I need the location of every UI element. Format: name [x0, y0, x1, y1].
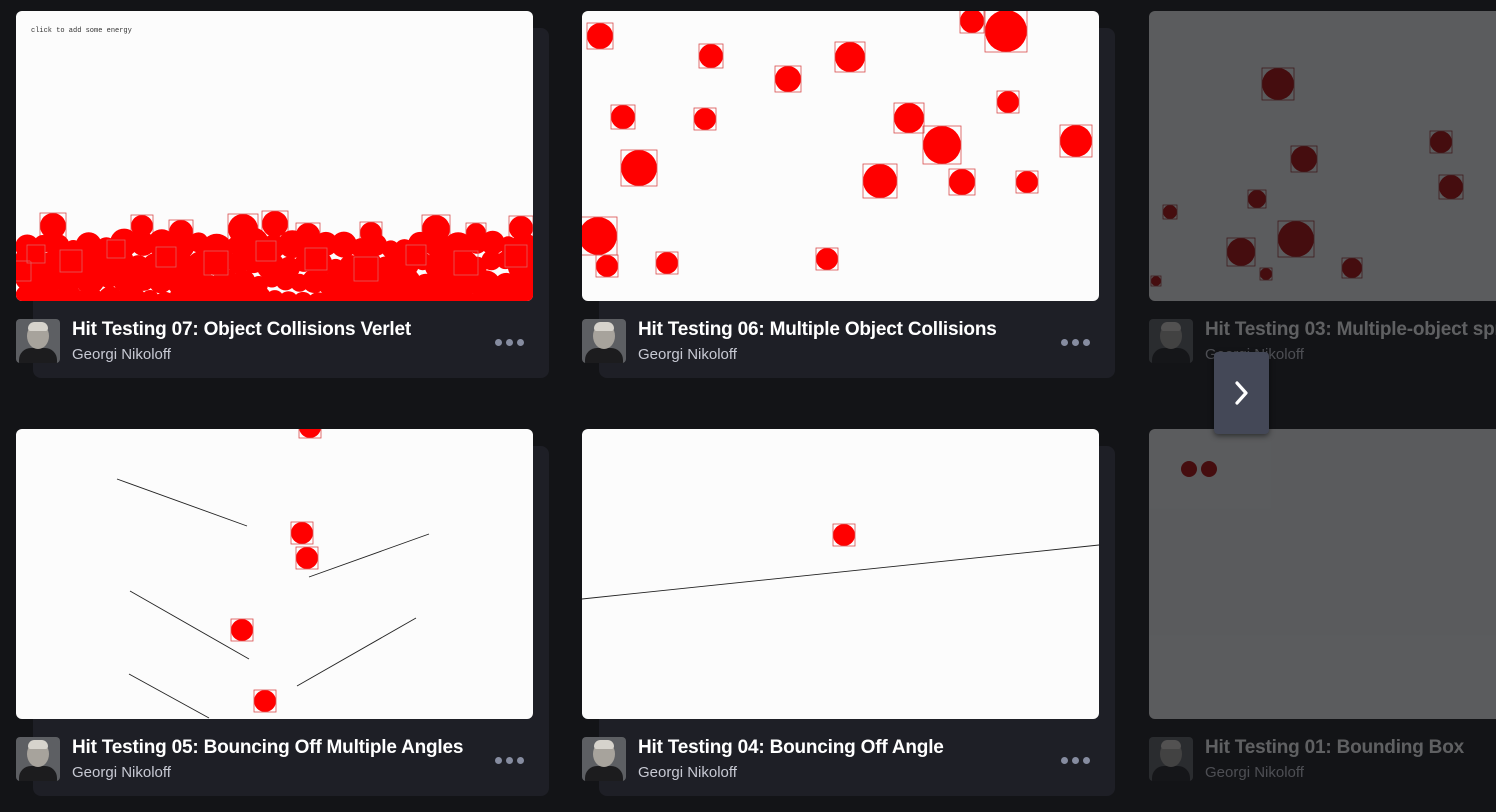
pen-title[interactable]: Hit Testing 03: Multiple-object spr [1205, 319, 1496, 341]
pen-author[interactable]: Georgi Nikoloff [638, 346, 737, 363]
pen-title[interactable]: Hit Testing 06: Multiple Object Collisio… [638, 319, 997, 341]
pen-author[interactable]: Georgi Nikoloff [638, 764, 737, 781]
pen-card[interactable]: Hit Testing 05: Bouncing Off Multiple An… [16, 429, 549, 799]
more-dots-icon[interactable] [492, 751, 526, 769]
pen-card[interactable]: click to add some energy Hit Testing 07:… [16, 11, 549, 381]
pen-card[interactable]: Hit Testing 04: Bouncing Off Angle Georg… [582, 429, 1115, 799]
pen-meta: Hit Testing 03: Multiple-object spr Geor… [1149, 319, 1496, 369]
pen-title[interactable]: Hit Testing 05: Bouncing Off Multiple An… [72, 737, 463, 759]
pen-card[interactable]: Hit Testing 06: Multiple Object Collisio… [582, 11, 1115, 381]
preview-canvas [582, 523, 1099, 600]
preview-hint-text: click to add some energy [31, 27, 132, 35]
more-dots-icon[interactable] [1058, 333, 1092, 351]
preview-canvas [582, 11, 1093, 278]
avatar[interactable] [16, 319, 60, 363]
avatar[interactable] [582, 319, 626, 363]
pen-preview[interactable] [1149, 429, 1496, 719]
preview-canvas [16, 210, 533, 301]
pen-author[interactable]: Georgi Nikoloff [1205, 764, 1304, 781]
pen-meta: Hit Testing 06: Multiple Object Collisio… [582, 319, 1099, 369]
carousel-next-button[interactable] [1214, 352, 1269, 434]
pen-meta: Hit Testing 04: Bouncing Off Angle Georg… [582, 737, 1099, 787]
pen-meta: Hit Testing 01: Bounding Box Georgi Niko… [1149, 737, 1496, 787]
pen-card[interactable]: Hit Testing 03: Multiple-object spr Geor… [1149, 11, 1496, 381]
pen-meta: Hit Testing 07: Object Collisions Verlet… [16, 319, 533, 369]
avatar[interactable] [582, 737, 626, 781]
pen-preview[interactable] [1149, 11, 1496, 301]
pen-meta: Hit Testing 05: Bouncing Off Multiple An… [16, 737, 533, 787]
pen-title[interactable]: Hit Testing 01: Bounding Box [1205, 737, 1464, 759]
pen-preview[interactable]: click to add some energy [16, 11, 533, 301]
pen-preview[interactable] [582, 11, 1099, 301]
avatar[interactable] [1149, 737, 1193, 781]
pen-author[interactable]: Georgi Nikoloff [72, 764, 171, 781]
avatar[interactable] [1149, 319, 1193, 363]
preview-canvas [1150, 67, 1464, 287]
more-dots-icon[interactable] [492, 333, 526, 351]
pen-author[interactable]: Georgi Nikoloff [72, 346, 171, 363]
pen-preview[interactable] [582, 429, 1099, 719]
preview-canvas [1181, 461, 1217, 477]
chevron-right-icon [1234, 381, 1248, 405]
pen-title[interactable]: Hit Testing 07: Object Collisions Verlet [72, 319, 411, 341]
pen-title[interactable]: Hit Testing 04: Bouncing Off Angle [638, 737, 944, 759]
more-dots-icon[interactable] [1058, 751, 1092, 769]
preview-canvas [116, 429, 430, 719]
avatar[interactable] [16, 737, 60, 781]
pen-card[interactable]: Hit Testing 01: Bounding Box Georgi Niko… [1149, 429, 1496, 799]
pen-preview[interactable] [16, 429, 533, 719]
